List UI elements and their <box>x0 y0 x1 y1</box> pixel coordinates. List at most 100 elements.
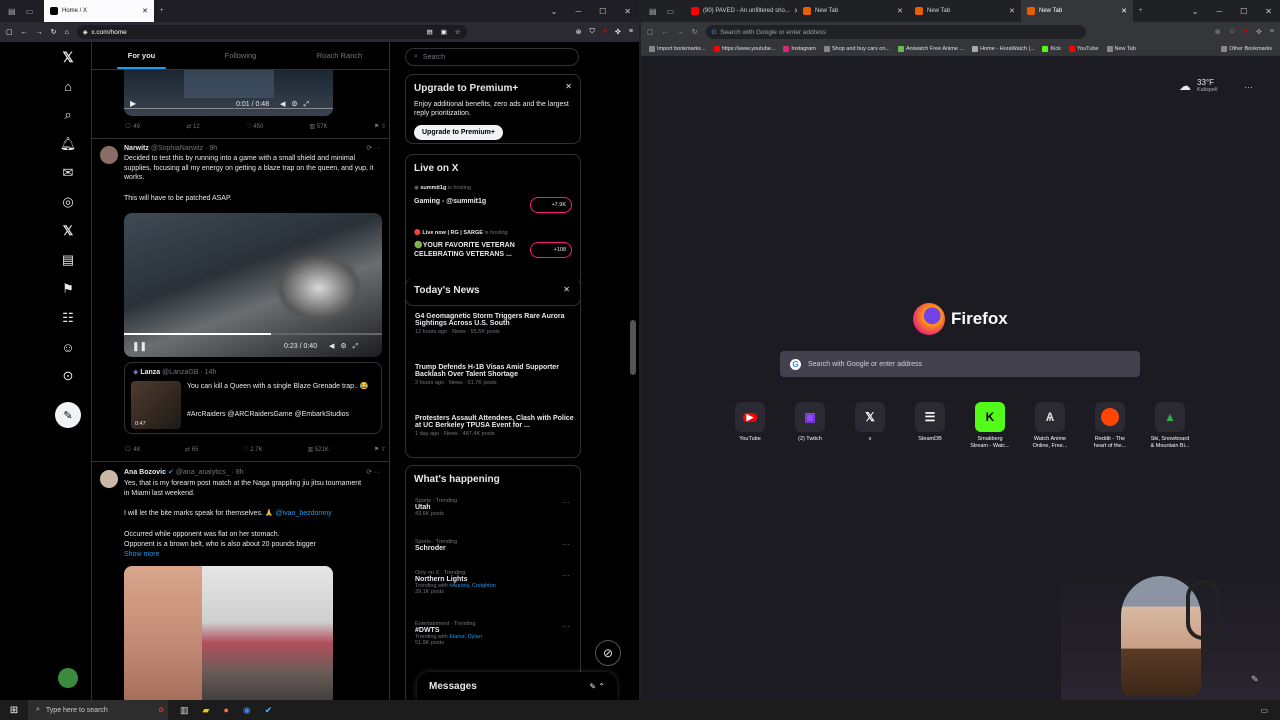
bookmark-import[interactable]: Import bookmarks... <box>649 45 706 52</box>
scrollbar-thumb[interactable] <box>630 320 636 375</box>
news-item-3[interactable]: Protesters Assault Attendees, Clash with… <box>415 415 575 437</box>
live-item-1-host[interactable]: ◉ summit1g is hosting <box>414 185 514 191</box>
sidebar-icon[interactable]: ▤ <box>8 7 16 16</box>
puzzle-icon[interactable]: ✜ <box>1256 28 1262 36</box>
reload-icon[interactable]: ↻ <box>692 28 698 36</box>
edit-icon[interactable]: ✎ <box>1251 674 1259 685</box>
video-controls-icons[interactable]: ◀⚙⤢ <box>329 342 364 351</box>
upgrade-button[interactable]: Upgrade to Premium+ <box>414 125 503 140</box>
menu-icon[interactable]: ≡ <box>629 28 633 36</box>
video-controls-icons[interactable]: ◀⚙⤢ <box>280 100 315 109</box>
video-player-2[interactable]: ❚❚ 0:23 / 0:40 ◀⚙⤢ <box>124 213 382 357</box>
bookmark-share-icons[interactable]: ⚑ ⇧ <box>374 446 386 453</box>
close-window-icon[interactable]: ✕ <box>624 7 631 16</box>
bookmarks-nav-icon[interactable]: ⚑ <box>59 280 77 298</box>
shortcut-twitch[interactable]: ▣ (2) Twitch <box>790 402 830 443</box>
forward-icon[interactable]: → <box>36 29 43 36</box>
chrome-taskbar-icon[interactable]: ◉ <box>243 705 251 716</box>
premium-nav-icon[interactable]: 𝕏 <box>59 222 77 240</box>
tab-paved[interactable]: (90) PAVED - An unfiltered sho... ✕ <box>685 0 797 22</box>
avatar[interactable] <box>100 470 118 488</box>
explore-nav-icon[interactable]: ⌕ <box>59 106 77 124</box>
minimize-icon[interactable]: ─ <box>1216 7 1222 16</box>
match-photo[interactable] <box>202 566 333 700</box>
back-icon[interactable]: ← <box>21 29 28 36</box>
pause-icon[interactable]: ❚❚ <box>132 341 147 352</box>
communities-nav-icon[interactable]: ☷ <box>59 309 77 327</box>
notification-icon[interactable]: ▭ <box>1260 706 1280 715</box>
sidebar-icon[interactable]: ▤ <box>649 7 657 16</box>
forearm-photo[interactable] <box>124 566 202 700</box>
views-button[interactable]: ▥ 521K <box>308 446 329 453</box>
more-options-icon[interactable]: ⟳ ··· <box>366 144 381 154</box>
tab-list-icon[interactable]: ▭ <box>667 7 675 16</box>
sidebar-toggle-icon[interactable]: ▢ <box>647 28 654 36</box>
live-item-2-count[interactable]: +108 <box>530 242 572 258</box>
author-name[interactable]: Ana Bozovic <box>124 469 166 476</box>
messages-drawer-icons[interactable]: ✎ ⌃ <box>589 682 605 691</box>
repost-button[interactable]: ⇄ 12 <box>186 123 199 130</box>
tab-roach-ranch[interactable]: Roach Ranch <box>290 42 389 69</box>
bookmark-new-tab[interactable]: New Tab <box>1106 45 1136 52</box>
newtab-search-input[interactable]: G Search with Google or enter address <box>780 351 1140 377</box>
close-icon[interactable]: ✕ <box>563 285 570 294</box>
tweet-images[interactable] <box>124 566 333 700</box>
back-icon[interactable]: ← <box>662 29 669 36</box>
home-icon[interactable]: ⌂ <box>65 29 69 36</box>
messages-nav-icon[interactable]: ✉ <box>59 164 77 182</box>
avatar[interactable] <box>100 146 118 164</box>
new-tab-plus[interactable]: + <box>154 0 170 22</box>
address-bar[interactable]: ◈ x.com/home ▤ ▣ ☆ <box>76 25 467 39</box>
maximize-icon[interactable]: ☐ <box>599 7 606 16</box>
live-item-2-title[interactable]: 🟢YOUR FAVORITE VETERAN CELEBRATING VETER… <box>414 241 524 259</box>
ublock-icon[interactable]: ● <box>603 28 607 36</box>
news-item-1[interactable]: G4 Geomagnetic Storm Triggers Rare Auror… <box>415 313 575 335</box>
post-button-icon[interactable]: ✎ <box>55 402 81 428</box>
mention-link[interactable]: @ivan_bezdomny <box>276 510 332 517</box>
play-icon[interactable]: ▶ <box>130 99 136 108</box>
more-icon[interactable]: ··· <box>562 540 570 549</box>
more-icon[interactable]: ··· <box>562 622 570 631</box>
shortcut-anime[interactable]: Ѧ Watch Anime Online, Free... <box>1030 402 1070 450</box>
messages-drawer[interactable]: Messages ✎ ⌃ <box>417 672 617 700</box>
close-tab-icon[interactable]: ✕ <box>1121 7 1127 15</box>
extension-icon[interactable]: ⊛ <box>1215 28 1221 36</box>
menu-icon[interactable]: ≡ <box>1270 28 1274 36</box>
like-button[interactable]: ♡ 450 <box>246 123 263 130</box>
tab-home-x[interactable]: Home / X ✕ <box>44 0 154 22</box>
task-view-icon[interactable]: ▥ <box>180 705 189 716</box>
notifications-nav-icon[interactable]: 🔔︎ <box>59 135 77 153</box>
repost-button[interactable]: ⇄ 65 <box>185 446 198 453</box>
reload-icon[interactable]: ↻ <box>51 28 57 36</box>
minimize-icon[interactable]: ─ <box>575 7 581 16</box>
bookmark-hurawatch[interactable]: Home - HuraWatch |... <box>972 45 1034 52</box>
grok-nav-icon[interactable]: ◎ <box>59 193 77 211</box>
bookmark-youtube-url[interactable]: https://www.youtube... <box>713 45 775 52</box>
account-avatar[interactable] <box>58 668 78 688</box>
weather-widget[interactable]: ☁ 33°F Kalispell <box>1179 78 1217 93</box>
trend-1[interactable]: Sports · Trending Utah 43.6K posts <box>415 498 575 517</box>
shield-ext-icon[interactable]: ⛉ <box>590 28 595 36</box>
live-item-1-title[interactable]: Gaming - @summit1g <box>414 198 486 205</box>
trend-links[interactable]: Elaine, Dylan <box>449 634 481 640</box>
bookmark-share-icons[interactable]: ⚑ ⇧ <box>374 123 386 130</box>
more-nav-icon[interactable]: ⊙ <box>59 367 77 385</box>
trend-3[interactable]: Only on X · Trending Northern Lights Trend… <box>415 570 575 595</box>
show-more-link[interactable]: Show more <box>124 550 159 560</box>
firefox-taskbar-icon[interactable]: ● <box>223 705 228 716</box>
maximize-icon[interactable]: ☐ <box>1240 7 1247 16</box>
grok-float-icon[interactable]: ⊘ <box>595 640 621 666</box>
home-nav-icon[interactable]: ⌂ <box>59 77 77 95</box>
bookmark-cars[interactable]: Shop and buy cars on... <box>823 45 890 52</box>
reply-button[interactable]: 🗨︎ 48 <box>124 446 140 453</box>
bookmark-aniwatch[interactable]: Aniwatch Free Anime ... <box>897 45 964 52</box>
live-item-1-count[interactable]: +7.9K <box>530 197 572 213</box>
shortcut-steamdb[interactable]: ☰ SteamDB <box>910 402 950 443</box>
more-options-icon[interactable]: ⟳ ··· <box>366 468 381 478</box>
tab-new-active[interactable]: New Tab ✕ <box>1021 0 1133 22</box>
extension-icon[interactable]: ⊛ <box>576 28 582 36</box>
search-input[interactable]: ⌕ Search <box>405 48 579 66</box>
chevron-down-icon[interactable]: ⌄ <box>551 7 558 16</box>
close-window-icon[interactable]: ✕ <box>1265 7 1272 16</box>
trend-4[interactable]: Entertainment · Trending #DWTS Trending wi… <box>415 621 575 646</box>
